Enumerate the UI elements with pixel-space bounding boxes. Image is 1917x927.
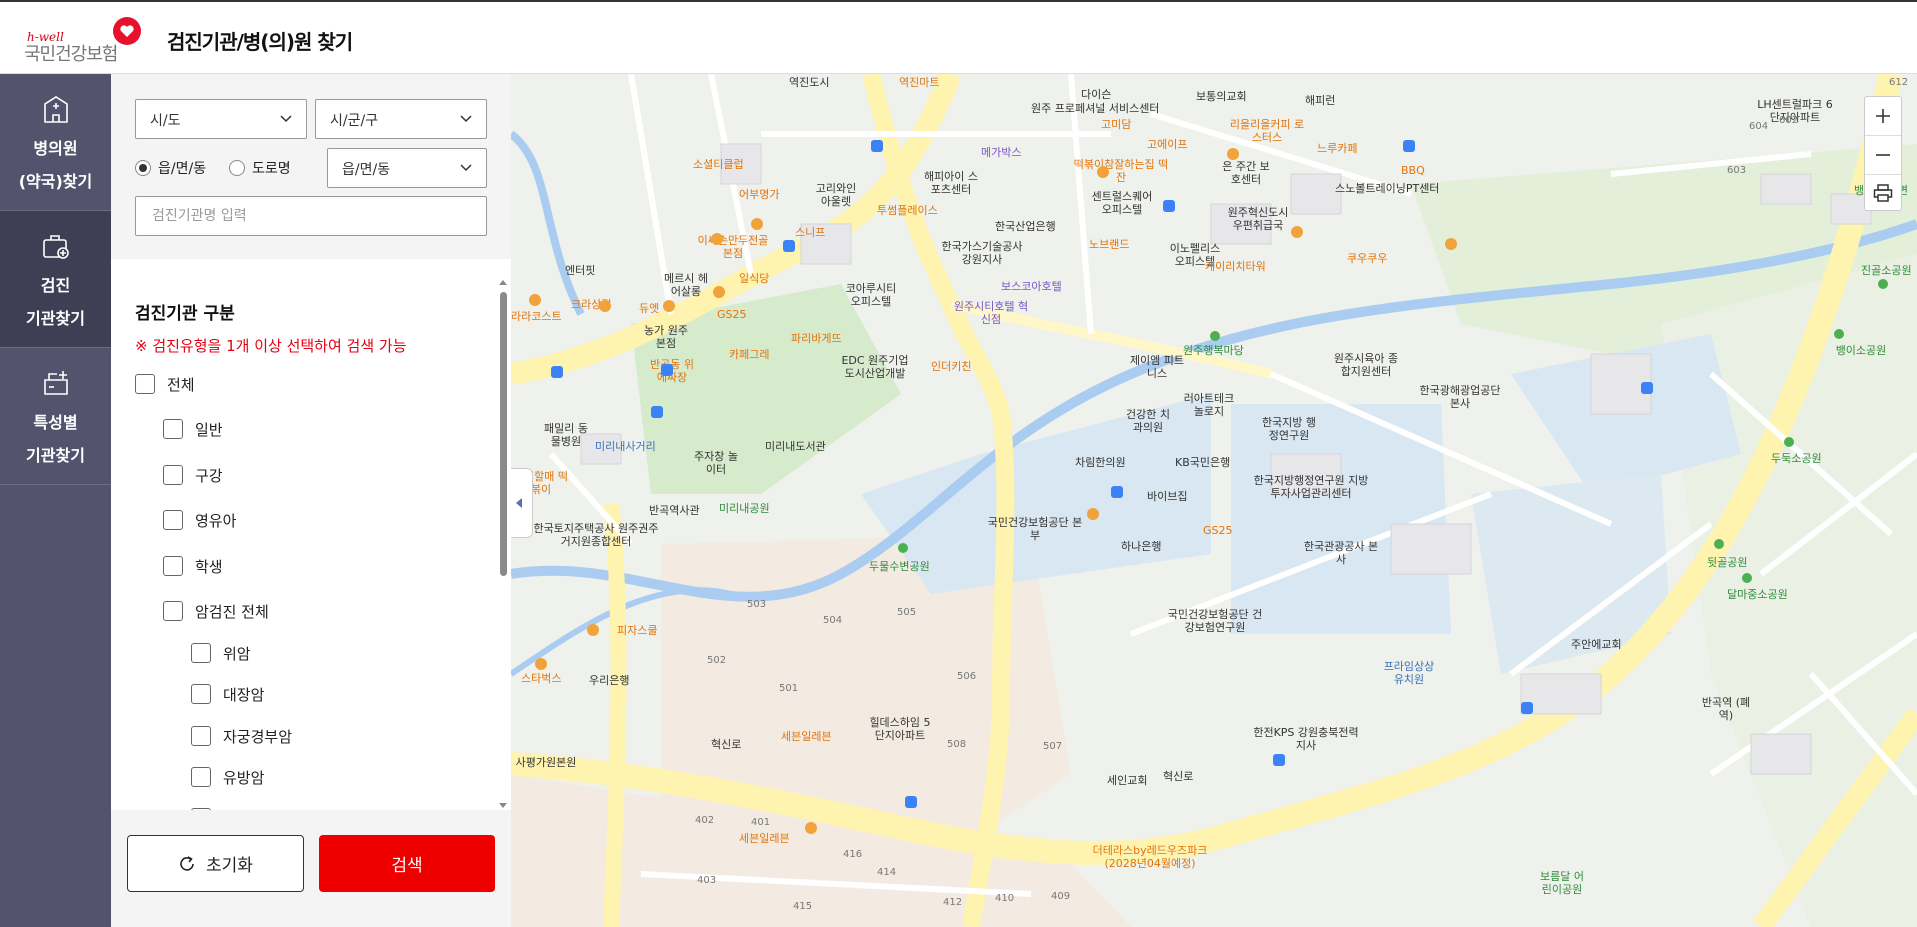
sigungu-select[interactable]: 시/군/구 (315, 99, 487, 139)
eupmyeondong-select-label: 읍/면/동 (342, 162, 391, 178)
heart-logo-icon (113, 17, 141, 45)
sido-select[interactable]: 시/도 (135, 99, 307, 139)
checkbox-box[interactable] (191, 684, 211, 704)
print-button[interactable] (1865, 174, 1901, 212)
nav-label-checkup: 검진 기관찾기 (26, 276, 85, 328)
map-view[interactable]: 역진도시 역진마트 다이슨 원주 프로페셔널 서비스센터 보통의교회 해피런 고… (511, 74, 1917, 927)
checkbox-box[interactable] (163, 510, 183, 530)
search-button-label: 검색 (391, 856, 423, 876)
filter-section-title: 검진기관 구분 (135, 304, 235, 324)
scrollbar-thumb[interactable] (500, 292, 507, 576)
print-icon (1873, 184, 1893, 202)
checkbox-cervical-cancer[interactable]: 자궁경부암 (191, 725, 292, 747)
checkbox-box[interactable] (191, 726, 211, 746)
checkbox-label: 유방암 (223, 768, 265, 787)
radio-eupmyeondong[interactable]: 읍/면/동 (135, 158, 206, 178)
scroll-up-arrow-icon[interactable] (499, 280, 507, 285)
sigungu-select-label: 시/군/구 (330, 113, 379, 129)
checkbox-breast-cancer[interactable]: 유방암 (191, 766, 264, 788)
zoom-in-button[interactable] (1865, 97, 1901, 135)
search-panel: 시/도 시/군/구 읍/면/동 도로명 읍/면/동 검진기관 구분 ※ 검진유형… (111, 74, 511, 927)
minus-icon (1876, 154, 1890, 156)
radio-dot-selected[interactable] (135, 160, 151, 176)
checkbox-infant[interactable]: 영유아 (163, 509, 236, 531)
checkbox-label: 대장암 (223, 685, 265, 704)
map-poi-markers (529, 140, 1888, 834)
nav-item-special-institution[interactable]: 특성별 기관찾기 (0, 348, 111, 485)
checkbox-box[interactable] (163, 601, 183, 621)
checkbox-label: 구강 (195, 466, 223, 485)
plus-icon (1876, 109, 1890, 123)
radio-eupmyeondong-label: 읍/면/동 (158, 161, 207, 177)
search-area: 시/도 시/군/구 읍/면/동 도로명 읍/면/동 (111, 74, 511, 259)
search-button[interactable]: 검색 (319, 835, 495, 892)
nhis-logo[interactable]: h-well 국민건강보험 (24, 16, 144, 65)
chevron-down-icon (460, 164, 472, 172)
logo-name-text: 국민건강보험 (24, 44, 118, 65)
restaurant-marker (529, 148, 1457, 834)
radio-road-label: 도로명 (252, 161, 291, 177)
institution-name-input[interactable] (135, 196, 487, 236)
refresh-icon (180, 855, 194, 871)
chevron-down-icon (280, 115, 292, 123)
nav-label-special: 특성별 기관찾기 (26, 413, 85, 465)
checkbox-box[interactable] (163, 556, 183, 576)
radio-road-name[interactable]: 도로명 (229, 158, 291, 178)
checkup-bag-icon (43, 235, 69, 259)
zoom-out-button[interactable] (1865, 136, 1901, 174)
filter-notice: ※ 검진유형을 1개 이상 선택하여 검색 가능 (135, 337, 407, 355)
checkbox-general[interactable]: 일반 (163, 418, 223, 440)
checkbox-all[interactable]: 전체 (135, 373, 195, 395)
park-marker (898, 279, 1888, 583)
filter-list: 검진기관 구분 ※ 검진유형을 1개 이상 선택하여 검색 가능 전체 일반 구… (111, 274, 511, 810)
page-title: 검진기관/병(의)원 찾기 (167, 30, 353, 54)
eupmyeondong-select[interactable]: 읍/면/동 (327, 148, 487, 188)
reset-button-label: 초기화 (206, 856, 253, 876)
checkbox-box[interactable] (163, 419, 183, 439)
action-bar: 초기화 검색 (111, 810, 511, 927)
checkbox-label: 위암 (223, 644, 251, 663)
scroll-down-arrow-icon[interactable] (499, 803, 507, 808)
reset-button[interactable]: 초기화 (127, 835, 304, 892)
checkbox-label: 암검진 전체 (195, 602, 269, 621)
checkbox-label: 학생 (195, 557, 223, 576)
checkbox-colorectal-cancer[interactable]: 대장암 (191, 683, 264, 705)
left-navigation: 병의원 (약국)찾기 검진 기관찾기 특성별 기관찾기 (0, 74, 111, 927)
nav-item-checkup-institution[interactable]: 검진 기관찾기 (0, 211, 111, 348)
hospital-icon (44, 96, 68, 123)
clipboard-plus-icon (44, 371, 68, 395)
checkbox-student[interactable]: 학생 (163, 555, 223, 577)
filter-scrollbar[interactable] (497, 276, 509, 810)
checkbox-box[interactable] (163, 465, 183, 485)
checkbox-label: 자궁경부암 (223, 727, 293, 746)
radio-dot[interactable] (229, 160, 245, 176)
sido-select-label: 시/도 (150, 113, 181, 129)
checkbox-cancer-all[interactable]: 암검진 전체 (163, 600, 269, 622)
checkbox-box[interactable] (191, 767, 211, 787)
checkbox-box[interactable] (191, 643, 211, 663)
checkbox-label: 영유아 (195, 511, 237, 530)
collapse-panel-tab[interactable] (511, 468, 533, 538)
nav-item-hospital-pharmacy[interactable]: 병의원 (약국)찾기 (0, 74, 111, 211)
checkbox-stomach-cancer[interactable]: 위암 (191, 642, 251, 664)
app-header: h-well 국민건강보험 검진기관/병(의)원 찾기 (0, 0, 1917, 74)
checkbox-box[interactable] (135, 374, 155, 394)
map-controls (1864, 96, 1902, 211)
checkbox-label: 일반 (195, 420, 223, 439)
checkbox-label: 전체 (167, 375, 195, 394)
checkbox-oral[interactable]: 구강 (163, 464, 223, 486)
chevron-down-icon (460, 115, 472, 123)
nav-label-hospital: 병의원 (약국)찾기 (18, 139, 93, 191)
chevron-left-icon (516, 498, 522, 508)
